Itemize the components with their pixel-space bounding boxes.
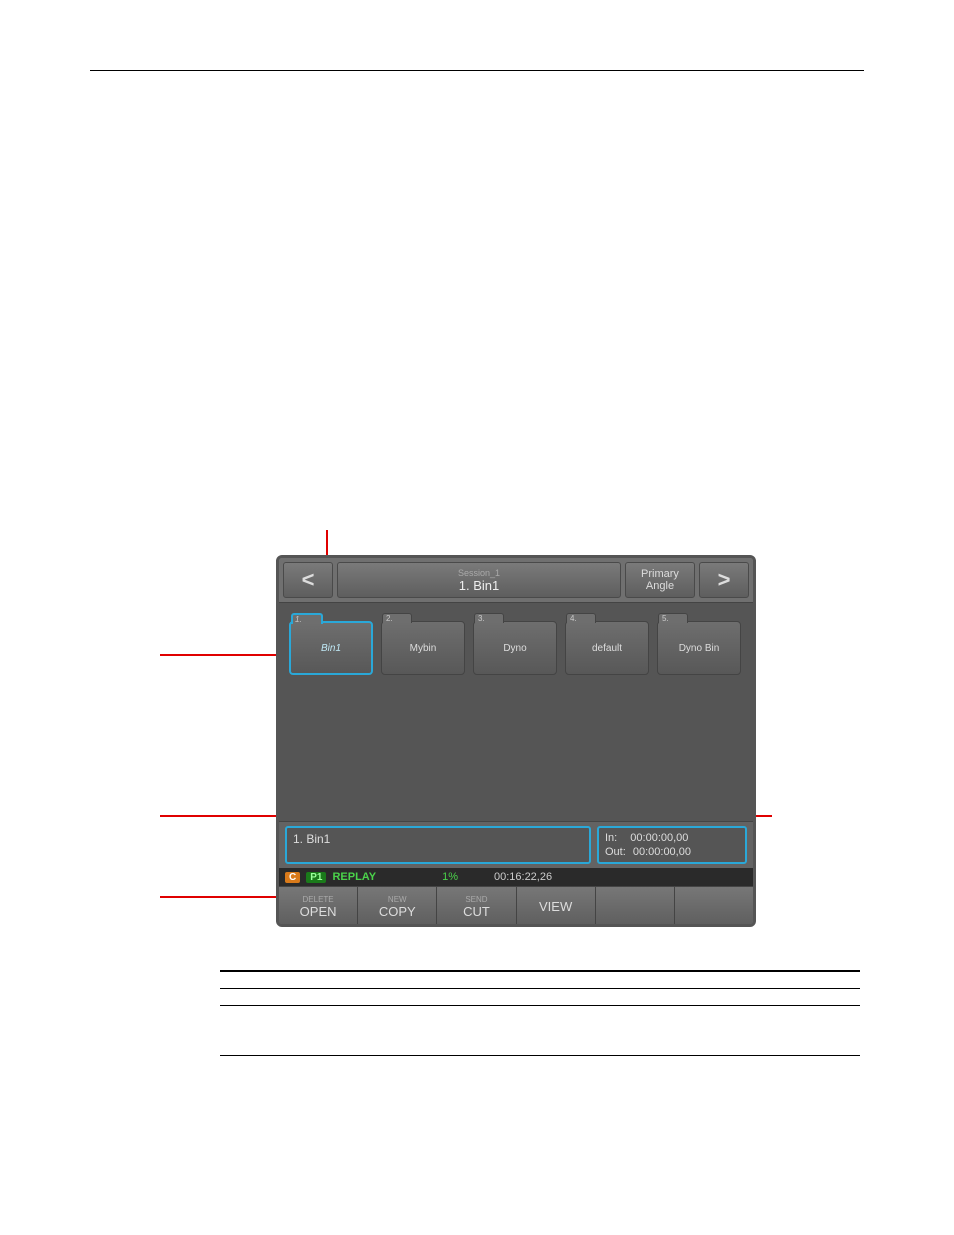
- view-button[interactable]: VIEW: [517, 887, 596, 926]
- open-button[interactable]: DELETE OPEN: [279, 887, 358, 926]
- page-divider: [90, 70, 864, 71]
- library-screen: < Session_1 1. Bin1 Primary Angle > 1. B…: [276, 555, 756, 927]
- shift-label: SEND: [465, 895, 487, 904]
- bin-number: 3.: [478, 614, 485, 623]
- bin-number: 2.: [386, 614, 393, 623]
- cell: [400, 989, 860, 1006]
- session-label: Session_1: [458, 568, 500, 578]
- main-label: OPEN: [300, 904, 337, 919]
- cell: [220, 989, 260, 1006]
- bin-folder-3[interactable]: 3. Dyno: [473, 621, 557, 675]
- bin-number: 5.: [662, 614, 669, 623]
- angle-line1: Primary: [641, 568, 679, 580]
- top-bar: < Session_1 1. Bin1 Primary Angle >: [279, 558, 753, 602]
- soft-button-6[interactable]: [675, 887, 753, 926]
- selection-timecodes[interactable]: In: 00:00:00,00 Out: 00:00:00,00: [597, 826, 747, 864]
- bin-row: 1. Bin1 2. Mybin 3. Dyno 4. default 5.: [289, 611, 743, 675]
- description-table: [220, 970, 860, 1056]
- current-bin-label: 1. Bin1: [459, 578, 499, 593]
- out-row: Out: 00:00:00,00: [605, 846, 739, 858]
- bin-folder-4[interactable]: 4. default: [565, 621, 649, 675]
- bin-grid: 1. Bin1 2. Mybin 3. Dyno 4. default 5.: [279, 602, 753, 822]
- soft-buttons: DELETE OPEN NEW COPY SEND CUT VIEW: [279, 886, 753, 926]
- bin-folder-1[interactable]: 1. Bin1: [289, 621, 373, 675]
- c-badge: C: [285, 872, 300, 883]
- angle-button[interactable]: Primary Angle: [625, 562, 695, 598]
- out-timecode: 00:00:00,00: [633, 846, 691, 858]
- replay-label: REPLAY: [332, 871, 376, 883]
- callout-line-buttons: [160, 896, 282, 898]
- bin-folder-5[interactable]: 5. Dyno Bin: [657, 621, 741, 675]
- main-label: COPY: [379, 904, 416, 919]
- cut-button[interactable]: SEND CUT: [437, 887, 516, 926]
- title-box[interactable]: Session_1 1. Bin1: [337, 562, 621, 598]
- next-button[interactable]: >: [699, 562, 749, 598]
- table-row: [220, 1006, 860, 1056]
- main-label: VIEW: [539, 899, 572, 914]
- bin-label: default: [592, 643, 622, 654]
- header-label: [260, 971, 400, 989]
- status-bar: C P1 REPLAY 1% 00:16:22,26: [279, 868, 753, 886]
- shift-label: DELETE: [303, 895, 334, 904]
- selection-row: 1. Bin1 In: 00:00:00,00 Out: 00:00:00,00: [279, 822, 753, 868]
- cell: [220, 1006, 260, 1056]
- percent-label: 1%: [442, 871, 458, 883]
- bin-number: 4.: [570, 614, 577, 623]
- bin-label: Dyno Bin: [679, 643, 720, 654]
- p1-badge: P1: [306, 872, 326, 883]
- selection-name-field[interactable]: 1. Bin1: [285, 826, 591, 864]
- prev-button[interactable]: <: [283, 562, 333, 598]
- in-label: In:: [605, 832, 617, 844]
- timecode-label: 00:16:22,26: [494, 871, 552, 883]
- angle-line2: Angle: [646, 580, 674, 592]
- selection-name: 1. Bin1: [293, 832, 330, 846]
- table-row: [220, 989, 860, 1006]
- header-desc: [400, 971, 860, 989]
- callout-line-bin: [160, 654, 290, 656]
- chevron-right-icon: >: [718, 567, 731, 593]
- bin-folder-2[interactable]: 2. Mybin: [381, 621, 465, 675]
- chevron-left-icon: <: [302, 567, 315, 593]
- copy-button[interactable]: NEW COPY: [358, 887, 437, 926]
- callout-line-selname: [160, 815, 282, 817]
- callout-line-top: [326, 530, 328, 558]
- out-label: Out:: [605, 846, 626, 858]
- in-row: In: 00:00:00,00: [605, 832, 739, 844]
- bin-number: 1.: [295, 615, 302, 624]
- bin-label: Dyno: [503, 643, 526, 654]
- cell: [400, 1006, 860, 1056]
- cell: [260, 989, 400, 1006]
- soft-button-5[interactable]: [596, 887, 675, 926]
- bin-label: Bin1: [321, 643, 341, 654]
- in-timecode: 00:00:00,00: [630, 832, 688, 844]
- shift-label: NEW: [388, 895, 407, 904]
- main-label: CUT: [463, 904, 490, 919]
- bin-label: Mybin: [410, 643, 437, 654]
- cell: [260, 1006, 400, 1056]
- header-num: [220, 971, 260, 989]
